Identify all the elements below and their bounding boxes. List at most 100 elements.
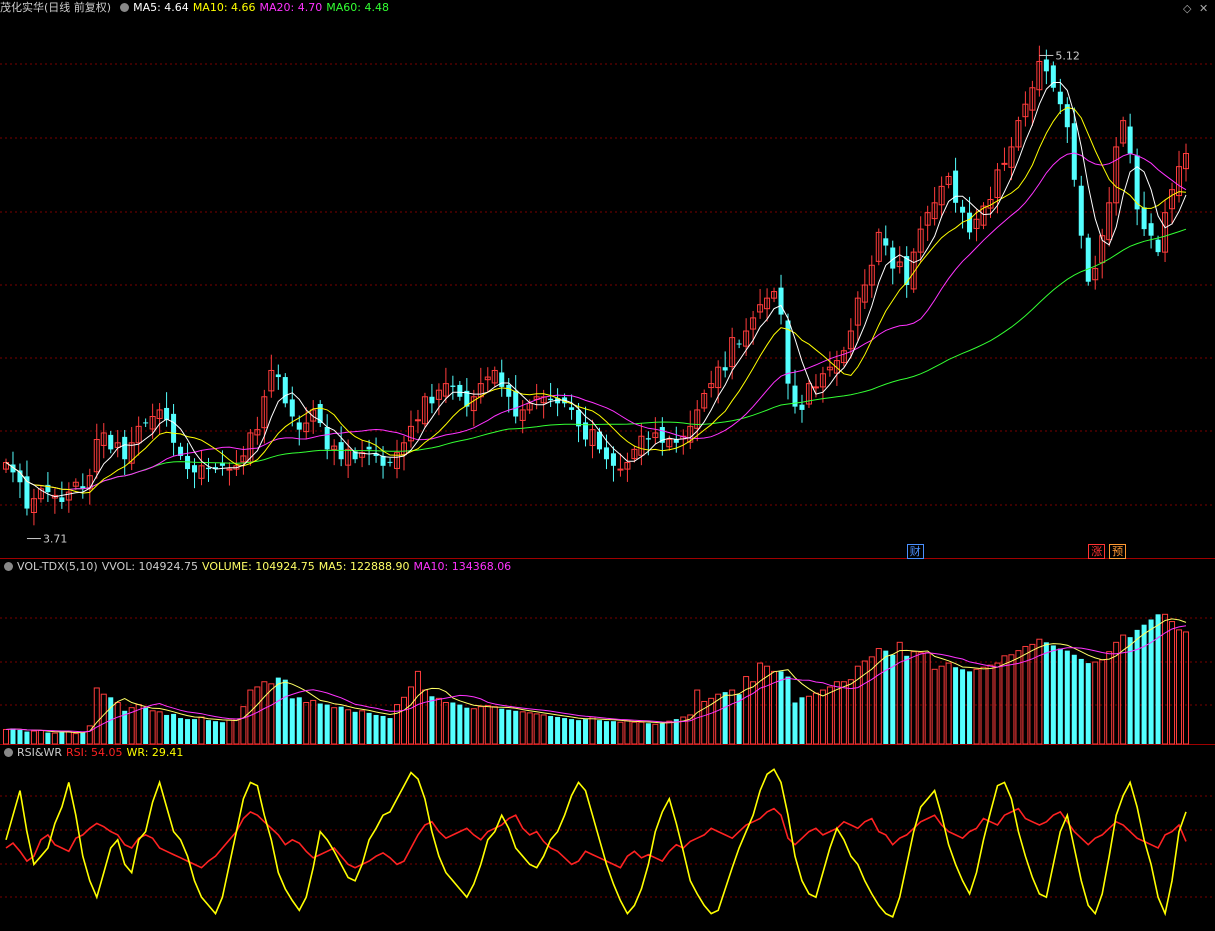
- diamond-icon[interactable]: ◇: [1183, 2, 1191, 15]
- volume-bar: [826, 686, 833, 745]
- rsi-label: RSI: 54.05: [65, 746, 123, 759]
- candle-body: [380, 455, 386, 466]
- volume-bar: [778, 671, 784, 744]
- ma20-line: [5, 152, 1187, 491]
- volume-bar: [275, 677, 281, 744]
- volume-bar: [967, 671, 973, 744]
- event-marker-rise[interactable]: 涨: [1088, 544, 1106, 559]
- candle-body: [289, 399, 295, 417]
- volume-bar: [576, 720, 582, 744]
- volume-bar: [513, 710, 519, 744]
- volume-bar: [192, 719, 198, 744]
- candle-body: [1043, 59, 1049, 72]
- candle-body: [1071, 123, 1077, 180]
- volume-bar: [1085, 663, 1091, 744]
- volume-bar: [1106, 651, 1113, 745]
- rsi-toggle-icon[interactable]: [4, 748, 13, 757]
- volume-bar: [792, 702, 798, 744]
- volume-bar: [24, 731, 30, 744]
- vvol-label: VVOL: 104924.75: [101, 560, 199, 573]
- volume-bar: [617, 721, 624, 745]
- volume-bar: [268, 683, 275, 745]
- candle-body: [883, 238, 889, 246]
- candle-body: [960, 206, 966, 213]
- volume-bar: [994, 662, 1001, 745]
- indicator-toggle-icon[interactable]: [120, 3, 130, 12]
- volume-bar: [1050, 645, 1056, 744]
- candle-body: [275, 374, 281, 378]
- volume-bar: [596, 720, 603, 744]
- volume-bar: [457, 704, 463, 744]
- volume-label: VOLUME: 104924.75: [202, 560, 315, 573]
- rsi-line: [5, 807, 1187, 869]
- ma5-label: MA5: 4.64: [133, 1, 189, 14]
- volume-bar: [750, 681, 757, 745]
- volume-bar: [603, 721, 609, 744]
- wr-line: [5, 768, 1187, 919]
- volume-bar: [743, 676, 750, 745]
- candle-body: [1155, 239, 1161, 253]
- candle-body: [548, 398, 554, 401]
- volume-bar: [589, 716, 596, 745]
- candle-body: [569, 407, 575, 410]
- candle-body: [1057, 91, 1063, 105]
- volume-bar: [352, 711, 358, 744]
- volume-bar: [338, 706, 344, 744]
- volume-bar: [171, 713, 177, 744]
- candle-body: [457, 384, 463, 397]
- candle-body: [1141, 207, 1147, 230]
- volume-bar: [722, 692, 728, 744]
- candle-body: [171, 413, 177, 443]
- volume-bar: [331, 707, 338, 745]
- volume-bar: [178, 718, 184, 744]
- volume-bar: [805, 695, 812, 745]
- main-panel-header: 茂化实华(日线 前复权) MA5: 4.64 MA10: 4.66 MA20: 4.7…: [0, 0, 393, 16]
- volume-bar: [414, 670, 421, 745]
- candle-body: [506, 384, 512, 397]
- volume-bar: [973, 668, 980, 745]
- volume-bar: [491, 706, 498, 745]
- volume-bar: [114, 702, 121, 745]
- candle-body: [610, 453, 616, 466]
- volume-bar: [450, 702, 456, 744]
- vol-ma5-label: MA5: 122888.90: [318, 560, 410, 573]
- close-icon[interactable]: ✕: [1199, 2, 1208, 15]
- volume-bar: [499, 708, 505, 744]
- volume-bar: [17, 729, 23, 744]
- candle-body: [164, 407, 170, 420]
- volume-bar: [540, 714, 547, 745]
- candle-body: [1127, 126, 1133, 154]
- wr-label: WR: 29.41: [126, 746, 184, 759]
- volume-toggle-icon[interactable]: [4, 562, 13, 571]
- candle-body: [366, 446, 372, 450]
- volume-bar: [310, 699, 317, 745]
- stock-chart[interactable]: 5.12 3.71: [0, 0, 1215, 931]
- volume-bar: [533, 713, 540, 745]
- volume-bar: [254, 686, 261, 745]
- candle-body: [296, 422, 302, 430]
- event-marker-finance[interactable]: 财: [906, 544, 924, 559]
- volume-bar: [477, 706, 484, 745]
- volume-bar: [484, 705, 491, 745]
- candle-body: [219, 463, 225, 466]
- volume-bar: [833, 681, 840, 745]
- volume-bar: [373, 714, 379, 744]
- volume-bar: [1169, 621, 1176, 745]
- volume-bar: [953, 667, 959, 744]
- candle-body: [673, 439, 679, 443]
- volume-bar: [945, 662, 952, 745]
- candle-body: [450, 385, 456, 387]
- volume-bar: [261, 681, 268, 745]
- rsi-title: RSI&WR: [17, 746, 62, 759]
- volume-bar: [442, 702, 449, 745]
- candle-body: [736, 343, 742, 345]
- candle-body: [617, 468, 624, 471]
- volume-bar: [164, 714, 170, 744]
- ma10-label: MA10: 4.66: [192, 1, 256, 14]
- stock-title[interactable]: 茂化实华(日线 前复权): [0, 1, 111, 14]
- volume-bar: [1113, 641, 1120, 745]
- candle-body: [282, 377, 288, 404]
- event-marker-forecast[interactable]: 预: [1109, 544, 1127, 559]
- volume-bar: [37, 730, 44, 745]
- candle-body: [645, 438, 651, 440]
